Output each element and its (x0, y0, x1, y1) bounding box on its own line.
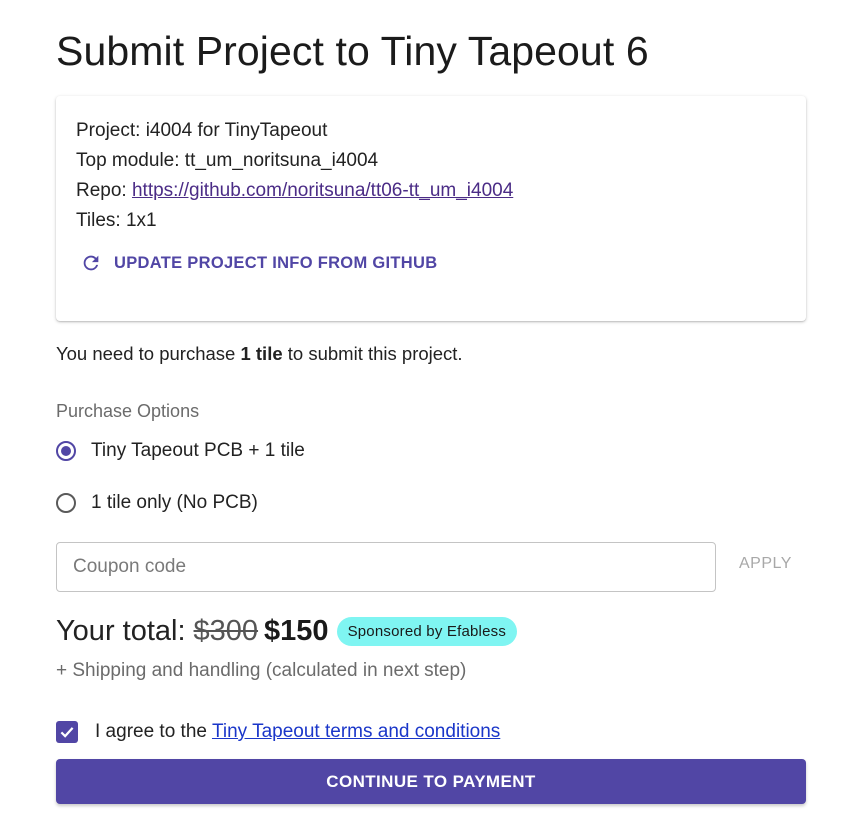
page-title: Submit Project to Tiny Tapeout 6 (56, 28, 649, 74)
coupon-code-input[interactable] (56, 542, 716, 592)
project-line: Project: i4004 for TinyTapeout (76, 116, 786, 146)
shipping-note: + Shipping and handling (calculated in n… (56, 660, 467, 681)
total-row: Your total: $300 $150 Sponsored by Efabl… (56, 615, 518, 648)
checkmark-icon (60, 727, 74, 738)
option-pcb-plus-tile[interactable]: Tiny Tapeout PCB + 1 tile (56, 440, 305, 462)
repo-prefix: Repo: (76, 180, 127, 201)
purchase-requirement-text: You need to purchase 1 tile to submit th… (56, 343, 463, 365)
option-label: 1 tile only (No PCB) (91, 492, 258, 513)
top-module-line: Top module: tt_um_noritsuna_i4004 (76, 146, 786, 176)
update-project-info-label: UPDATE PROJECT INFO FROM GITHUB (114, 253, 438, 272)
update-project-info-button[interactable]: UPDATE PROJECT INFO FROM GITHUB (80, 252, 437, 274)
radio-button-checked[interactable] (56, 441, 76, 461)
tiles-line: Tiles: 1x1 (76, 206, 786, 236)
original-price: $300 (193, 615, 259, 647)
total-label: Your total: (56, 615, 186, 647)
project-info-card: Project: i4004 for TinyTapeout Top modul… (56, 96, 806, 321)
continue-to-payment-button[interactable]: CONTINUE TO PAYMENT (56, 759, 806, 804)
radio-button-unchecked[interactable] (56, 493, 76, 513)
terms-checkbox[interactable] (56, 721, 78, 743)
purchase-options-label: Purchase Options (56, 401, 200, 421)
repo-link[interactable]: https://github.com/noritsuna/tt06-tt_um_… (132, 180, 513, 201)
tiles-value: 1x1 (125, 210, 157, 231)
terms-link[interactable]: Tiny Tapeout terms and conditions (212, 721, 500, 743)
sponsor-badge: Sponsored by Efabless (336, 617, 518, 646)
top-module-value: tt_um_noritsuna_i4004 (184, 150, 379, 171)
tiles-prefix: Tiles: (76, 210, 121, 231)
top-module-prefix: Top module: (76, 150, 180, 171)
project-prefix: Project: (76, 120, 141, 141)
project-name: i4004 for TinyTapeout (145, 120, 328, 141)
purchase-text-before: You need to purchase (56, 343, 236, 364)
discounted-price: $150 (264, 615, 329, 647)
purchase-text-after: to submit this project. (287, 343, 463, 364)
repo-line: Repo: https://github.com/noritsuna/tt06-… (76, 176, 786, 206)
terms-agreement: I agree to the Tiny Tapeout terms and co… (56, 721, 500, 743)
option-label: Tiny Tapeout PCB + 1 tile (91, 440, 305, 461)
option-tile-only[interactable]: 1 tile only (No PCB) (56, 492, 258, 514)
refresh-icon (83, 255, 99, 271)
apply-coupon-button[interactable]: APPLY (739, 555, 792, 573)
tiles-needed: 1 tile (240, 343, 283, 364)
terms-text: I agree to the (95, 721, 207, 742)
